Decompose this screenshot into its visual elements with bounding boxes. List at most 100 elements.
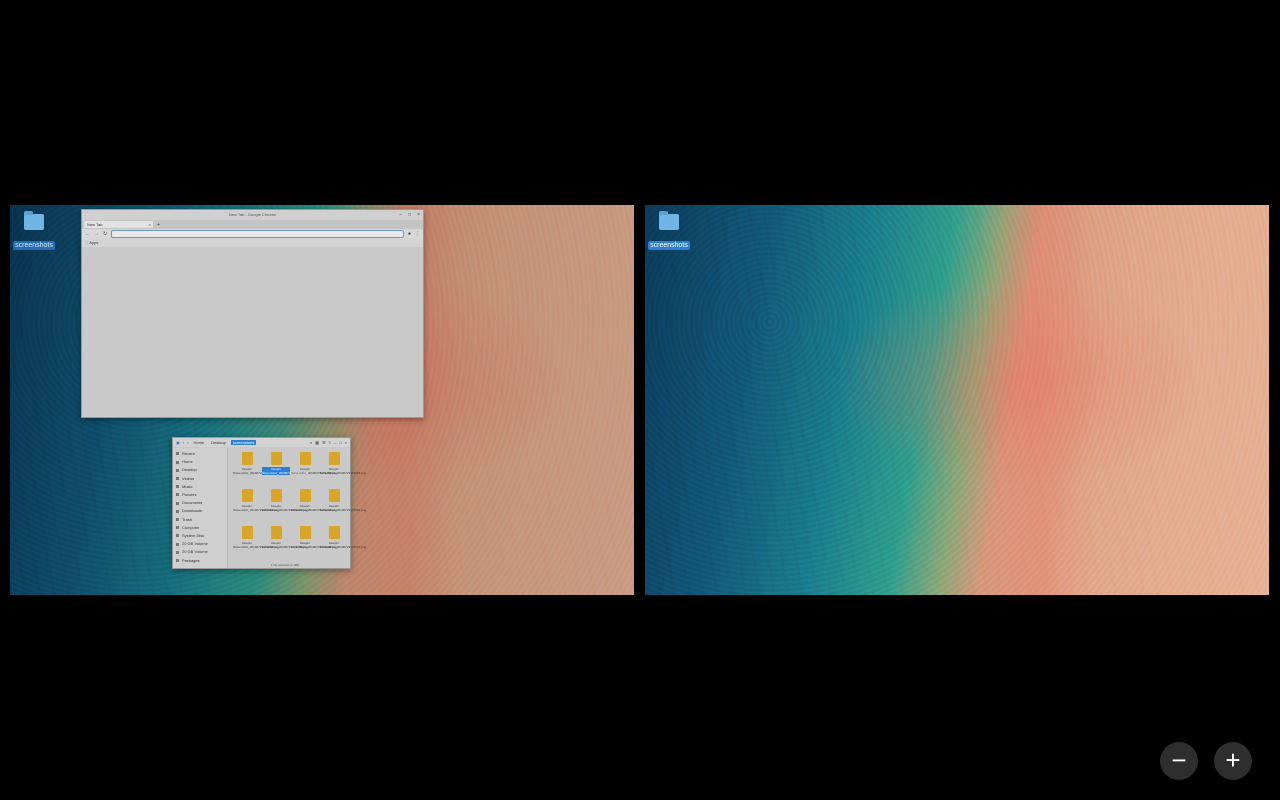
file-item[interactable]: Deepin Screenshot_20190723171114.png <box>233 452 279 486</box>
desktop-icon-label: screenshots <box>648 241 690 250</box>
account-icon[interactable]: ● <box>408 231 411 237</box>
file-manager-logo-icon: ▣ <box>176 440 180 445</box>
file-name: Deepin Screenshot_20190723172101.png <box>262 504 309 512</box>
file-item[interactable]: Deepin Screenshot_20190723172243.png <box>291 489 338 523</box>
browser-title: New Tab - Google Chrome <box>228 212 277 217</box>
tab-close-icon[interactable]: × <box>149 221 151 228</box>
minimize-icon[interactable]: – <box>334 440 336 445</box>
desktop-icon-label: screenshots <box>13 241 55 250</box>
sidebar-item-computer[interactable]: Computer <box>173 524 227 532</box>
file-item[interactable]: Deepin Screenshot_20190723171618.png <box>320 452 367 486</box>
sidebar-item-pictures[interactable]: Pictures <box>173 491 227 499</box>
browser-nav-bar: ← → ↻ ● ⋮ <box>82 229 423 239</box>
workspace-2-thumbnail[interactable]: screenshots <box>645 205 1269 595</box>
maximize-icon[interactable]: □ <box>339 440 341 445</box>
image-file-icon <box>299 489 311 502</box>
file-name: Deepin Screenshot_20190723171913.png <box>233 504 280 512</box>
browser-titlebar: New Tab - Google Chrome – □ × <box>82 210 423 220</box>
menu-icon[interactable]: ⋮ <box>415 231 420 237</box>
image-file-icon <box>328 452 340 465</box>
sidebar-item-downloads[interactable]: Downloads <box>173 507 227 515</box>
file-item[interactable]: Deepin Screenshot_20190723172410.png <box>320 489 367 523</box>
file-item[interactable]: Deepin Screenshot_20190723171913.png <box>233 489 280 523</box>
image-file-icon <box>270 489 282 502</box>
forward-icon[interactable]: › <box>187 440 188 445</box>
file-name: Deepin Screenshot_20190723171618.png <box>320 467 367 475</box>
sidebar-item-documents[interactable]: Documents <box>173 499 227 507</box>
close-icon[interactable]: × <box>417 210 420 220</box>
file-name: Deepin Screenshot_20190723173047.png <box>320 541 367 549</box>
image-file-icon <box>241 489 253 502</box>
sidebar-item-music[interactable]: Music <box>173 483 227 491</box>
list-view-icon[interactable]: ☰ <box>322 440 326 445</box>
breadcrumb-screenshots[interactable]: screenshots <box>230 440 257 445</box>
file-name: Deepin Screenshot_20190723171456.png <box>291 467 338 475</box>
forward-icon[interactable]: → <box>94 231 99 237</box>
icon-view-icon[interactable]: ▦ <box>315 440 319 445</box>
desktop-icon-screenshots[interactable]: screenshots <box>12 211 56 252</box>
minimize-icon[interactable]: – <box>399 210 402 220</box>
sidebar-item-system-disk[interactable]: System Disk <box>173 532 227 540</box>
file-grid: Deepin Screenshot_20190723171114.png Dee… <box>233 452 367 560</box>
file-item[interactable]: Deepin Screenshot_20190723172938.png <box>291 526 338 560</box>
file-name: Deepin Screenshot_20190723172652.png <box>233 541 280 549</box>
file-manager-status: 1 file selected (1 MB) <box>271 563 300 567</box>
browser-window-thumbnail[interactable]: New Tab - Google Chrome – □ × New Tab × … <box>81 209 424 418</box>
sidebar-item-packages[interactable]: Packages <box>173 557 227 565</box>
sidebar-item-videos[interactable]: Videos <box>173 475 227 483</box>
url-input[interactable] <box>111 230 404 238</box>
sidebar-item-trash[interactable]: Trash <box>173 516 227 524</box>
search-icon[interactable]: ⌕ <box>310 440 312 445</box>
file-manager-sidebar: Recent Home Desktop Videos Music Picture… <box>173 448 228 568</box>
maximize-icon[interactable]: □ <box>408 210 411 220</box>
bookmarks-bar: ⁙ Apps <box>82 239 423 247</box>
file-name: Deepin Screenshot_20190723172758.png <box>262 541 309 549</box>
folder-icon <box>659 211 679 230</box>
breadcrumb-home[interactable]: Home <box>191 440 206 445</box>
image-file-icon <box>270 452 282 465</box>
reload-icon[interactable]: ↻ <box>103 231 107 237</box>
image-file-icon <box>299 526 311 539</box>
back-icon[interactable]: ‹ <box>183 440 184 445</box>
file-item[interactable]: Deepin Screenshot_20190723172101.png <box>262 489 309 523</box>
image-file-icon <box>241 452 253 465</box>
file-item[interactable]: Deepin Screenshot_20190723171342.png <box>262 452 309 486</box>
zoom-in-button[interactable]: + <box>1214 742 1252 780</box>
image-file-icon <box>270 526 282 539</box>
image-file-icon <box>328 526 340 539</box>
file-manager-window-thumbnail[interactable]: ▣ ‹ › Home Desktop screenshots ⌕ ▦ ☰ ≡ –… <box>172 437 367 569</box>
file-item[interactable]: Deepin Screenshot_20190723173047.png <box>320 526 367 560</box>
sidebar-item-recent[interactable]: Recent <box>173 450 227 458</box>
workspace-1-thumbnail[interactable]: screenshots New Tab - Google Chrome – □ … <box>10 205 634 595</box>
file-item[interactable]: Deepin Screenshot_20190723172652.png <box>233 526 280 560</box>
folder-icon <box>24 211 44 230</box>
new-tab-button[interactable]: + <box>157 222 160 228</box>
file-item[interactable]: Deepin Screenshot_20190723171456.png <box>291 452 338 486</box>
file-name: Deepin Screenshot_20190723172938.png <box>291 541 338 549</box>
browser-tab-label: New Tab <box>87 222 103 227</box>
file-name: Deepin Screenshot_20190723171114.png <box>233 467 279 475</box>
bookmark-apps[interactable]: Apps <box>89 240 98 245</box>
breadcrumb-desktop[interactable]: Desktop <box>209 440 228 445</box>
menu-icon[interactable]: ≡ <box>329 440 331 445</box>
image-file-icon <box>299 452 311 465</box>
zoom-out-button[interactable]: − <box>1160 742 1198 780</box>
browser-tab-strip: New Tab × + <box>82 220 423 229</box>
apps-icon[interactable]: ⁙ <box>85 240 88 245</box>
file-name: Deepin Screenshot_20190723172410.png <box>320 504 367 512</box>
back-icon[interactable]: ← <box>85 231 90 237</box>
file-name: Deepin Screenshot_20190723172243.png <box>291 504 338 512</box>
browser-content <box>82 247 423 417</box>
image-file-icon <box>241 526 253 539</box>
file-manager-toolbar: ▣ ‹ › Home Desktop screenshots ⌕ ▦ ☰ ≡ –… <box>173 438 350 447</box>
close-icon[interactable]: × <box>345 440 347 445</box>
sidebar-item-volume-2[interactable]: 20 GB Volume <box>173 548 227 556</box>
sidebar-item-home[interactable]: Home <box>173 458 227 466</box>
desktop-icon-screenshots[interactable]: screenshots <box>647 211 691 252</box>
file-name: Deepin Screenshot_20190723171342.png <box>262 467 309 475</box>
file-item[interactable]: Deepin Screenshot_20190723172758.png <box>262 526 309 560</box>
browser-tab[interactable]: New Tab × <box>84 221 153 228</box>
sidebar-item-volume-1[interactable]: 20 GB Volume <box>173 540 227 548</box>
sidebar-item-desktop[interactable]: Desktop <box>173 466 227 474</box>
image-file-icon <box>328 489 340 502</box>
